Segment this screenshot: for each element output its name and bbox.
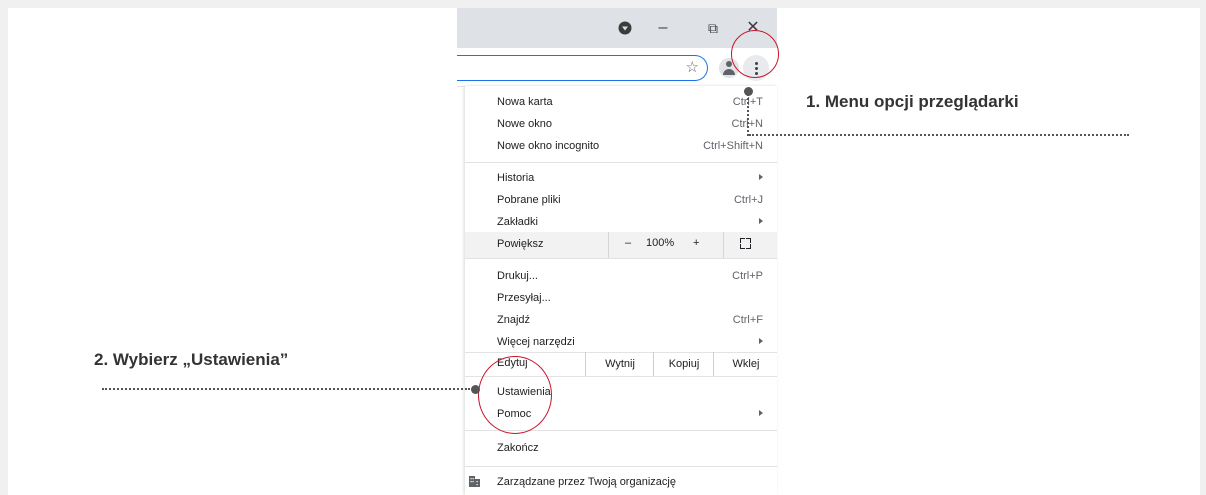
paste-button[interactable]: Wklej bbox=[713, 352, 778, 376]
menu-item-cast[interactable]: Przesyłaj... bbox=[465, 288, 777, 310]
browser-toolbar: ☆ bbox=[457, 48, 777, 87]
menu-item-find[interactable]: Znajdź Ctrl+F bbox=[465, 310, 777, 332]
menu-item-history[interactable]: Historia bbox=[465, 168, 777, 190]
menu-item-print[interactable]: Drukuj... Ctrl+P bbox=[465, 266, 777, 288]
title-bar: – ⧉ ✕ bbox=[457, 8, 777, 48]
extension-icon[interactable] bbox=[618, 21, 632, 35]
copy-button[interactable]: Kopiuj bbox=[653, 352, 714, 376]
address-bar[interactable]: ☆ bbox=[457, 55, 708, 81]
minimize-button[interactable]: – bbox=[651, 17, 675, 39]
building-icon bbox=[469, 476, 480, 487]
menu-item-new-tab[interactable]: Nowa karta Ctrl+T bbox=[465, 92, 777, 114]
callout-leader-line bbox=[747, 94, 749, 136]
submenu-arrow-icon bbox=[759, 410, 763, 416]
zoom-row: Powiększ – 100% + bbox=[465, 232, 777, 258]
menu-item-downloads[interactable]: Pobrane pliki Ctrl+J bbox=[465, 190, 777, 212]
managed-by-organization[interactable]: Zarządzane przez Twoją organizację bbox=[465, 470, 777, 495]
bookmark-star-icon[interactable]: ☆ bbox=[686, 58, 699, 76]
submenu-arrow-icon bbox=[759, 338, 763, 344]
zoom-in-button[interactable]: + bbox=[693, 237, 699, 249]
menu-separator bbox=[465, 258, 777, 259]
cut-button[interactable]: Wytnij bbox=[585, 352, 654, 376]
settings-highlight-circle bbox=[478, 356, 552, 434]
menu-item-exit[interactable]: Zakończ bbox=[465, 438, 777, 460]
submenu-arrow-icon bbox=[759, 218, 763, 224]
instruction-canvas: – ⧉ ✕ ☆ Nowa karta Ctrl+T Nowe okno Ctrl+N bbox=[8, 8, 1200, 495]
zoom-level: 100% bbox=[646, 237, 675, 249]
menu-button-highlight-circle bbox=[731, 30, 779, 78]
callout-leader-line bbox=[102, 388, 470, 390]
fullscreen-icon[interactable] bbox=[740, 238, 751, 249]
menu-item-more-tools[interactable]: Więcej narzędzi bbox=[465, 332, 777, 354]
zoom-label: Powiększ bbox=[497, 238, 544, 250]
menu-item-bookmarks[interactable]: Zakładki bbox=[465, 212, 777, 234]
submenu-arrow-icon bbox=[759, 174, 763, 180]
menu-separator bbox=[465, 466, 777, 467]
menu-item-incognito[interactable]: Nowe okno incognito Ctrl+Shift+N bbox=[465, 136, 777, 158]
restore-button[interactable]: ⧉ bbox=[701, 17, 725, 39]
callout-step-2: 2. Wybierz „Ustawienia” bbox=[94, 350, 289, 369]
menu-item-new-window[interactable]: Nowe okno Ctrl+N bbox=[465, 114, 777, 136]
callout-leader-line bbox=[749, 134, 1129, 136]
callout-dot bbox=[471, 385, 480, 394]
menu-separator bbox=[465, 162, 777, 163]
zoom-out-button[interactable]: – bbox=[625, 237, 631, 249]
callout-step-1: 1. Menu opcji przeglądarki bbox=[806, 92, 1019, 111]
